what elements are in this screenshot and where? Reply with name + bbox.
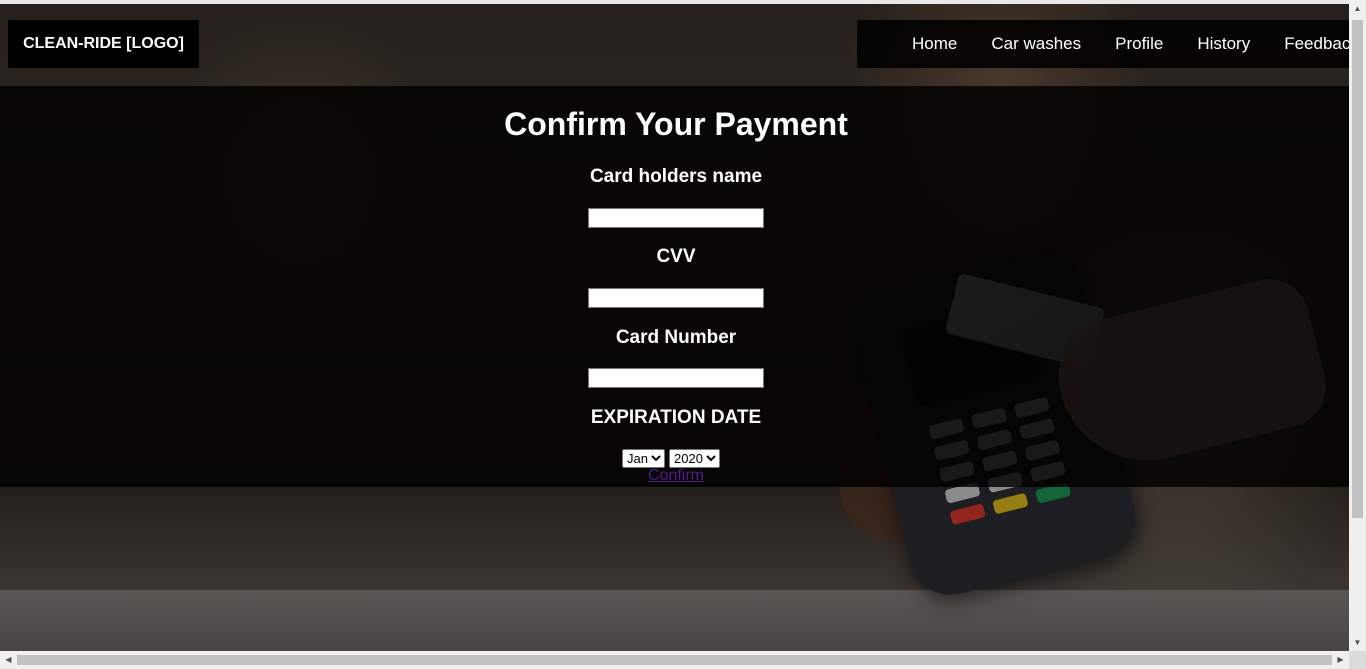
arrow-left-icon[interactable]: ◀: [0, 651, 17, 669]
arrow-down-icon[interactable]: ▼: [1349, 634, 1366, 651]
confirm-link[interactable]: Confirm: [0, 467, 1349, 485]
vertical-scrollbar[interactable]: ▲ ▼: [1349, 0, 1366, 651]
payment-panel: Confirm Your Payment Card holders name C…: [0, 86, 1349, 487]
expiration-selects: Jan 2020: [622, 449, 720, 468]
expiry-month-select[interactable]: Jan: [622, 449, 665, 468]
nav-profile[interactable]: Profile: [1115, 34, 1163, 54]
cardholder-name-input[interactable]: [588, 208, 764, 228]
nav-history[interactable]: History: [1197, 34, 1250, 54]
card-number-input[interactable]: [588, 368, 764, 388]
cardholder-name-label: Card holders name: [589, 166, 763, 187]
cvv-label: CVV: [656, 246, 696, 267]
main-nav: Home Car washes Profile History Feedback: [857, 20, 1349, 68]
site-logo-text: CLEAN-RIDE [LOGO]: [23, 35, 184, 52]
card-number-label: Card Number: [615, 327, 737, 348]
horizontal-scrollbar[interactable]: ◀ ▶: [0, 651, 1349, 669]
expiry-year-select[interactable]: 2020: [669, 449, 720, 468]
page-title: Confirm Your Payment: [504, 106, 848, 142]
nav-car-washes[interactable]: Car washes: [991, 34, 1081, 54]
page: CLEAN-RIDE [LOGO] Home Car washes Profil…: [0, 0, 1366, 669]
nav-home[interactable]: Home: [912, 34, 957, 54]
arrow-up-icon[interactable]: ▲: [1349, 0, 1366, 17]
cvv-input[interactable]: [588, 288, 764, 308]
browser-viewport: CLEAN-RIDE [LOGO] Home Car washes Profil…: [0, 0, 1349, 651]
scrollbar-corner: [1349, 651, 1366, 669]
horizontal-scroll-thumb[interactable]: [17, 655, 1332, 665]
expiration-date-label: EXPIRATION DATE: [590, 407, 762, 428]
site-logo[interactable]: CLEAN-RIDE [LOGO]: [8, 20, 199, 68]
nav-feedback[interactable]: Feedback: [1284, 34, 1349, 54]
vertical-scroll-thumb[interactable]: [1352, 20, 1363, 518]
arrow-right-icon[interactable]: ▶: [1332, 651, 1349, 669]
